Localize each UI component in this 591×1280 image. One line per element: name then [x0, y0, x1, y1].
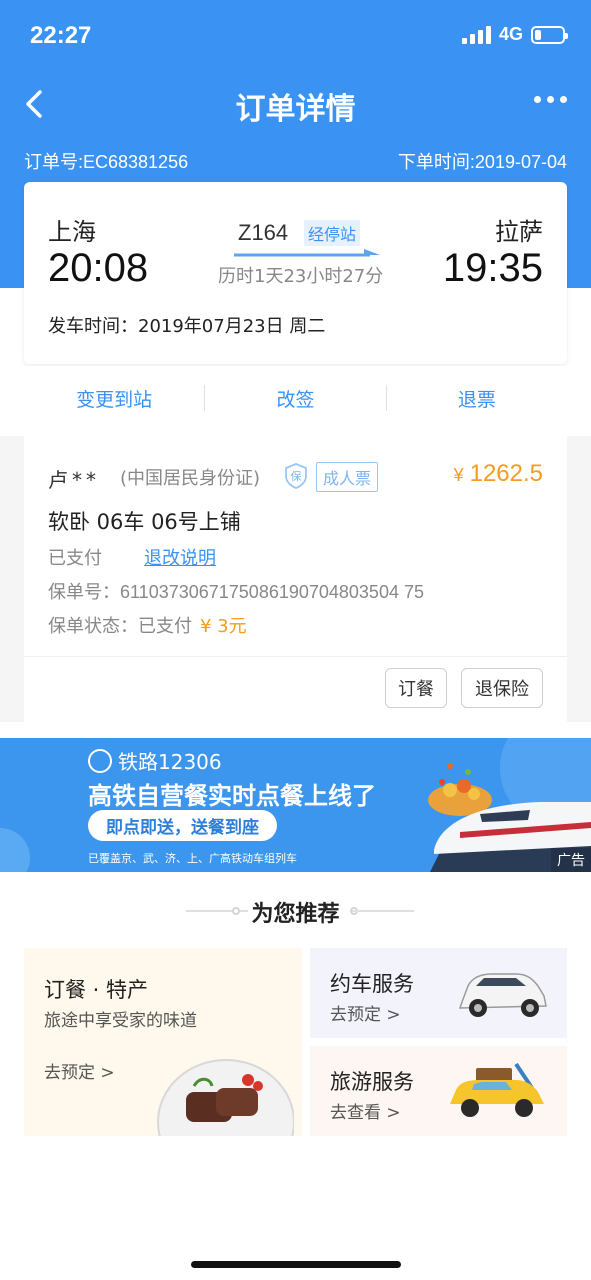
- banner-title: 高铁自营餐实时点餐上线了: [88, 782, 376, 810]
- passenger-card: 卢** (中国居民身份证) 保 成人票 ¥1262.5 软卧 06车 06号上铺…: [24, 436, 567, 722]
- direction-arrow-icon: [234, 249, 380, 257]
- car-link[interactable]: 去预定 >: [330, 1000, 401, 1025]
- page-title: 订单详情: [235, 92, 356, 127]
- recommend-title: 为您推荐: [251, 902, 340, 927]
- car-service-tile[interactable]: 约车服务 去预定 >: [310, 948, 567, 1038]
- change-destination-button[interactable]: 变更到站: [24, 385, 204, 412]
- car-icon: [458, 973, 547, 1017]
- refund-insurance-button[interactable]: 退保险: [461, 668, 543, 708]
- duration: 历时1天23小时27分: [218, 266, 384, 287]
- status-indicators: 4G: [461, 24, 568, 45]
- ticket-type-badge: 成人票: [316, 462, 379, 492]
- reschedule-button[interactable]: 改签: [205, 385, 385, 412]
- refund-button[interactable]: 退票: [387, 385, 567, 412]
- id-type: (中国居民身份证): [120, 468, 261, 489]
- travel-car-icon: [450, 1062, 544, 1117]
- insurance-shield-icon: 保: [285, 463, 307, 489]
- railway-logo-icon: [88, 748, 112, 773]
- railway-logo: 铁路12306: [88, 746, 222, 775]
- insurance-status: 保单状态：已支付 ¥ 3元: [48, 616, 247, 637]
- tour-service-tile[interactable]: 旅游服务 去查看 >: [310, 1046, 567, 1136]
- promo-banner[interactable]: 铁路12306 高铁自营餐实时点餐上线了 即点即送，送餐到座 已覆盖京、武、济、…: [0, 738, 591, 872]
- policy-number: 保单号：6110373067175086190704803504 75: [48, 582, 424, 602]
- order-time: 下单时间:2019-07-04: [397, 152, 567, 172]
- food-link[interactable]: 去预定 >: [44, 1058, 115, 1083]
- tour-link[interactable]: 去查看 >: [330, 1098, 401, 1123]
- food-subtitle: 旅途中享受家的味道: [44, 1011, 197, 1031]
- from-time: 20:08: [48, 246, 149, 290]
- home-indicator[interactable]: [191, 1261, 401, 1268]
- food-service-tile[interactable]: 订餐 · 特产 旅途中享受家的味道 去预定 >: [24, 948, 302, 1136]
- divider: [24, 656, 567, 657]
- signal-icon: [461, 25, 491, 44]
- order-number: 订单号:EC68381256: [24, 152, 189, 172]
- depart-time: 发车时间：2019年07月23日 周二: [48, 316, 326, 337]
- order-meal-button[interactable]: 订餐: [385, 668, 447, 708]
- trip-card: 上海 20:08 拉萨 19:35 Z164 经停站 历时1天23小时27分 发…: [24, 182, 567, 364]
- seat-info: 软卧 06车 06号上铺: [48, 510, 241, 534]
- more-icon[interactable]: [534, 96, 567, 103]
- from-station: 上海: [48, 218, 96, 246]
- banner-footnote: 已覆盖京、武、济、上、广高铁动车组列车: [88, 852, 297, 865]
- train-number: Z164: [238, 220, 289, 245]
- network-type: 4G: [498, 24, 523, 44]
- to-time: 19:35: [442, 246, 543, 290]
- food-title: 订餐 · 特产: [44, 978, 149, 1002]
- refund-rules-link[interactable]: 退改说明: [144, 544, 216, 570]
- to-station: 拉萨: [495, 218, 543, 246]
- passenger-name: 卢**: [48, 468, 100, 492]
- divider: [352, 910, 414, 912]
- status-time: 22:27: [30, 22, 92, 49]
- car-title: 约车服务: [330, 972, 414, 996]
- banner-pill: 即点即送，送餐到座: [88, 810, 277, 841]
- ticket-price: ¥1262.5: [453, 460, 543, 487]
- svg-text:保: 保: [291, 469, 302, 483]
- battery-icon: [531, 25, 568, 44]
- payment-status: 已支付: [48, 548, 102, 569]
- stops-link[interactable]: 经停站: [304, 220, 361, 246]
- order-actions: 变更到站 改签 退票: [24, 366, 567, 430]
- steak-plate-image: [157, 1059, 294, 1136]
- status-bar: 22:27 4G: [0, 0, 591, 72]
- page-margin: [567, 436, 591, 722]
- tour-title: 旅游服务: [330, 1070, 414, 1094]
- ad-label: 广告: [551, 848, 591, 872]
- page-margin: [0, 436, 24, 722]
